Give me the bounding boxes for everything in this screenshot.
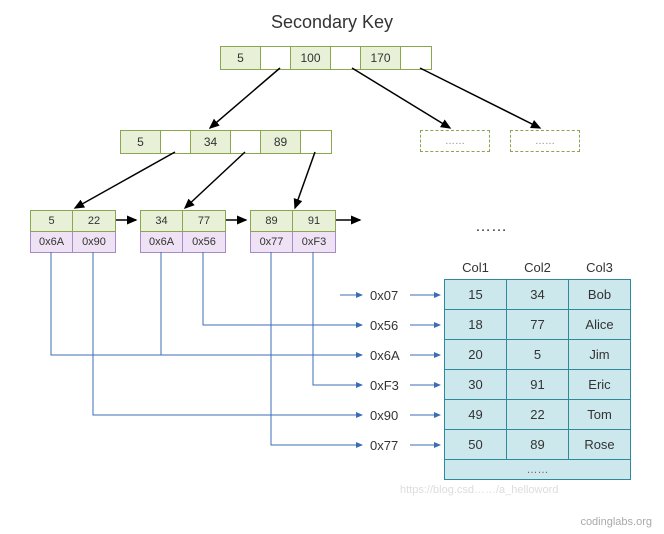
ellipsis: …… bbox=[475, 218, 507, 236]
root-key-1: 100 bbox=[291, 47, 331, 69]
stub-node: …… bbox=[510, 130, 580, 152]
cell: …… bbox=[445, 460, 631, 480]
root-node: 5 100 170 bbox=[220, 46, 432, 70]
l1-ptr bbox=[301, 131, 331, 153]
leaf-node-2: 89 91 0x77 0xF3 bbox=[250, 210, 336, 253]
table-row: 30 91 Eric bbox=[445, 370, 631, 400]
cell: Tom bbox=[569, 400, 631, 430]
root-ptr bbox=[331, 47, 361, 69]
l1-key-1: 34 bbox=[191, 131, 231, 153]
leaf-key: 89 bbox=[251, 211, 293, 231]
leaf-val: 0x77 bbox=[251, 232, 293, 252]
cell: 91 bbox=[507, 370, 569, 400]
table-row: 18 77 Alice bbox=[445, 310, 631, 340]
leaf-key: 5 bbox=[31, 211, 73, 231]
level1-node: 5 34 89 bbox=[120, 130, 332, 154]
table-row: 15 34 Bob bbox=[445, 280, 631, 310]
table-footer: …… bbox=[445, 460, 631, 480]
l1-key-0: 5 bbox=[121, 131, 161, 153]
root-ptr bbox=[401, 47, 431, 69]
leaf-node-1: 34 77 0x6A 0x56 bbox=[140, 210, 226, 253]
cell: 15 bbox=[445, 280, 507, 310]
pointer-label: 0x77 bbox=[370, 438, 398, 453]
l1-ptr bbox=[231, 131, 261, 153]
cell: 34 bbox=[507, 280, 569, 310]
pointer-label: 0x07 bbox=[370, 288, 398, 303]
leaf-val: 0x6A bbox=[141, 232, 183, 252]
table-row: 50 89 Rose bbox=[445, 430, 631, 460]
watermark: https://blog.csd……/a_helloword bbox=[400, 484, 558, 496]
cell: 77 bbox=[507, 310, 569, 340]
cell: Bob bbox=[569, 280, 631, 310]
l1-ptr bbox=[161, 131, 191, 153]
diagram-title: Secondary Key bbox=[0, 12, 664, 33]
l1-key-2: 89 bbox=[261, 131, 301, 153]
cell: 49 bbox=[445, 400, 507, 430]
leaf-key: 91 bbox=[293, 211, 335, 231]
cell: 89 bbox=[507, 430, 569, 460]
cell: 18 bbox=[445, 310, 507, 340]
pointer-label: 0x56 bbox=[370, 318, 398, 333]
cell: Eric bbox=[569, 370, 631, 400]
pointer-label: 0x90 bbox=[370, 408, 398, 423]
cell: Alice bbox=[569, 310, 631, 340]
leaf-node-0: 5 22 0x6A 0x90 bbox=[30, 210, 116, 253]
leaf-val: 0x6A bbox=[31, 232, 73, 252]
root-key-0: 5 bbox=[221, 47, 261, 69]
cell: 22 bbox=[507, 400, 569, 430]
stub-node: …… bbox=[420, 130, 490, 152]
cell: Jim bbox=[569, 340, 631, 370]
cell: 50 bbox=[445, 430, 507, 460]
table-row: 20 5 Jim bbox=[445, 340, 631, 370]
leaf-val: 0x56 bbox=[183, 232, 225, 252]
cell: 20 bbox=[445, 340, 507, 370]
pointer-label: 0x6A bbox=[370, 348, 400, 363]
pointer-label: 0xF3 bbox=[370, 378, 399, 393]
table-header: Col3 bbox=[569, 256, 631, 280]
cell: 30 bbox=[445, 370, 507, 400]
root-key-2: 170 bbox=[361, 47, 401, 69]
leaf-key: 22 bbox=[73, 211, 115, 231]
leaf-key: 34 bbox=[141, 211, 183, 231]
credit-label: codinglabs.org bbox=[580, 516, 652, 528]
leaf-val: 0xF3 bbox=[293, 232, 335, 252]
table-header: Col1 bbox=[445, 256, 507, 280]
cell: Rose bbox=[569, 430, 631, 460]
root-ptr bbox=[261, 47, 291, 69]
table-row: 49 22 Tom bbox=[445, 400, 631, 430]
leaf-val: 0x90 bbox=[73, 232, 115, 252]
data-table: Col1 Col2 Col3 15 34 Bob 18 77 Alice 20 … bbox=[444, 256, 631, 480]
cell: 5 bbox=[507, 340, 569, 370]
table-header: Col2 bbox=[507, 256, 569, 280]
leaf-key: 77 bbox=[183, 211, 225, 231]
